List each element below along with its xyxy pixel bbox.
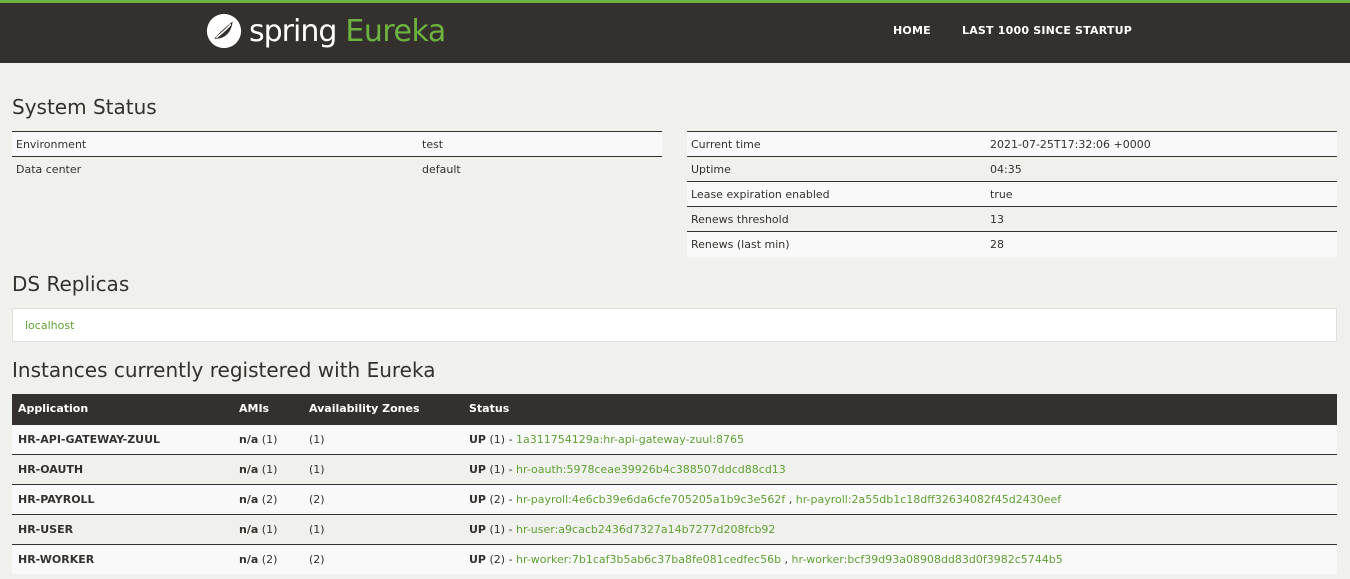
status-key: Data center	[12, 156, 418, 182]
status-row: Uptime 04:35	[687, 156, 1337, 182]
top-navbar: spring Eureka HOME LAST 1000 SINCE START…	[0, 0, 1350, 63]
instance-availability-zones: (2)	[303, 543, 463, 574]
status-count: (1) -	[489, 522, 517, 536]
ami-label: n/a	[239, 462, 259, 476]
instance-amis: n/a (1)	[233, 513, 303, 544]
instance-app-name: HR-OAUTH	[12, 453, 233, 484]
status-value: default	[418, 156, 662, 182]
replica-link[interactable]: localhost	[25, 319, 74, 332]
ami-count: (1)	[261, 462, 278, 476]
status-up-label: UP	[469, 432, 486, 446]
status-up-label: UP	[469, 522, 486, 536]
header-amis: AMIs	[233, 394, 303, 424]
status-key: Renews threshold	[687, 206, 986, 232]
nav-links: HOME LAST 1000 SINCE STARTUP	[0, 24, 1350, 44]
instances-header-row: Application AMIs Availability Zones Stat…	[12, 394, 1337, 424]
status-value: test	[418, 131, 662, 157]
instance-app-name: HR-WORKER	[12, 543, 233, 574]
instances-heading: Instances currently registered with Eure…	[12, 358, 436, 382]
instance-amis: n/a (1)	[233, 423, 303, 454]
instance-row: HR-OAUTH n/a (1) (1) UP (1) - hr-oauth:5978…	[12, 453, 1337, 484]
ami-label: n/a	[239, 492, 259, 506]
system-status-left-table: Environment test Data center default	[12, 131, 662, 182]
status-up-label: UP	[469, 492, 486, 506]
instances-table: Application AMIs Availability Zones Stat…	[12, 394, 1337, 574]
instance-status: UP (2) - hr-payroll:4e6cb39e6da6cfe70520…	[463, 483, 1337, 514]
instance-link[interactable]: hr-worker:bcf39d93a08908dd83d0f3982c5744…	[792, 553, 1063, 566]
instance-app-name: HR-API-GATEWAY-ZUUL	[12, 423, 233, 454]
instance-row: HR-USER n/a (1) (1) UP (1) - hr-user:a9cacb…	[12, 513, 1337, 544]
instance-row: HR-PAYROLL n/a (2) (2) UP (2) - hr-payroll:…	[12, 483, 1337, 514]
nav-home-link[interactable]: HOME	[893, 24, 931, 37]
system-status-heading: System Status	[12, 95, 157, 119]
header-availability-zones: Availability Zones	[303, 394, 463, 424]
instance-availability-zones: (1)	[303, 423, 463, 454]
instance-amis: n/a (1)	[233, 453, 303, 484]
system-status-right-table: Current time 2021-07-25T17:32:06 +0000 Upt…	[687, 131, 1337, 257]
instance-status: UP (1) - hr-user:a9cacb2436d7327a14b7277…	[463, 513, 1337, 544]
status-row: Renews threshold 13	[687, 206, 1337, 232]
status-row: Environment test	[12, 131, 662, 157]
instance-link[interactable]: hr-user:a9cacb2436d7327a14b7277d208fcb92	[516, 523, 775, 536]
instance-amis: n/a (2)	[233, 543, 303, 574]
nav-last-1000-link[interactable]: LAST 1000 SINCE STARTUP	[962, 24, 1132, 37]
status-row: Current time 2021-07-25T17:32:06 +0000	[687, 131, 1337, 157]
ami-count: (1)	[261, 522, 278, 536]
ds-replicas-list: localhost	[12, 308, 1337, 342]
instance-status: UP (1) - 1a311754129a:hr-api-gateway-zuu…	[463, 423, 1337, 454]
status-count: (1) -	[489, 432, 517, 446]
ami-label: n/a	[239, 552, 259, 566]
instance-link[interactable]: hr-payroll:4e6cb39e6da6cfe705205a1b9c3e5…	[516, 493, 785, 506]
status-key: Current time	[687, 131, 986, 157]
instance-link[interactable]: hr-worker:7b1caf3b5ab6c37ba8fe081cedfec5…	[516, 553, 781, 566]
status-value: 2021-07-25T17:32:06 +0000	[986, 131, 1337, 157]
instance-availability-zones: (2)	[303, 483, 463, 514]
status-count: (2) -	[489, 492, 517, 506]
ami-label: n/a	[239, 522, 259, 536]
instance-amis: n/a (2)	[233, 483, 303, 514]
ami-label: n/a	[239, 432, 259, 446]
ami-count: (2)	[261, 552, 278, 566]
instance-link[interactable]: hr-oauth:5978ceae39926b4c388507ddcd88cd1…	[516, 463, 786, 476]
status-row: Lease expiration enabled true	[687, 181, 1337, 207]
status-value: 04:35	[986, 156, 1337, 182]
status-count: (1) -	[489, 462, 517, 476]
instance-link[interactable]: hr-payroll:2a55db1c18dff32634082f45d2430…	[796, 493, 1061, 506]
instance-row: HR-API-GATEWAY-ZUUL n/a (1) (1) UP (1) - 1a…	[12, 423, 1337, 454]
instance-availability-zones: (1)	[303, 513, 463, 544]
status-up-label: UP	[469, 462, 486, 476]
instance-app-name: HR-PAYROLL	[12, 483, 233, 514]
status-key: Environment	[12, 131, 418, 157]
instance-app-name: HR-USER	[12, 513, 233, 544]
status-value: true	[986, 181, 1337, 207]
status-row: Renews (last min) 28	[687, 231, 1337, 257]
status-key: Lease expiration enabled	[687, 181, 986, 207]
status-value: 13	[986, 206, 1337, 232]
instance-status: UP (1) - hr-oauth:5978ceae39926b4c388507…	[463, 453, 1337, 484]
header-application: Application	[12, 394, 233, 424]
status-key: Uptime	[687, 156, 986, 182]
instance-row: HR-WORKER n/a (2) (2) UP (2) - hr-worker:7b…	[12, 543, 1337, 574]
instance-status: UP (2) - hr-worker:7b1caf3b5ab6c37ba8fe0…	[463, 543, 1337, 574]
status-up-label: UP	[469, 552, 486, 566]
status-key: Renews (last min)	[687, 231, 986, 257]
ds-replicas-heading: DS Replicas	[12, 272, 130, 296]
status-count: (2) -	[489, 552, 517, 566]
ami-count: (2)	[261, 492, 278, 506]
instance-link[interactable]: 1a311754129a:hr-api-gateway-zuul:8765	[516, 433, 744, 446]
status-row: Data center default	[12, 156, 662, 182]
ami-count: (1)	[261, 432, 278, 446]
header-status: Status	[463, 394, 1337, 424]
status-value: 28	[986, 231, 1337, 257]
instance-availability-zones: (1)	[303, 453, 463, 484]
